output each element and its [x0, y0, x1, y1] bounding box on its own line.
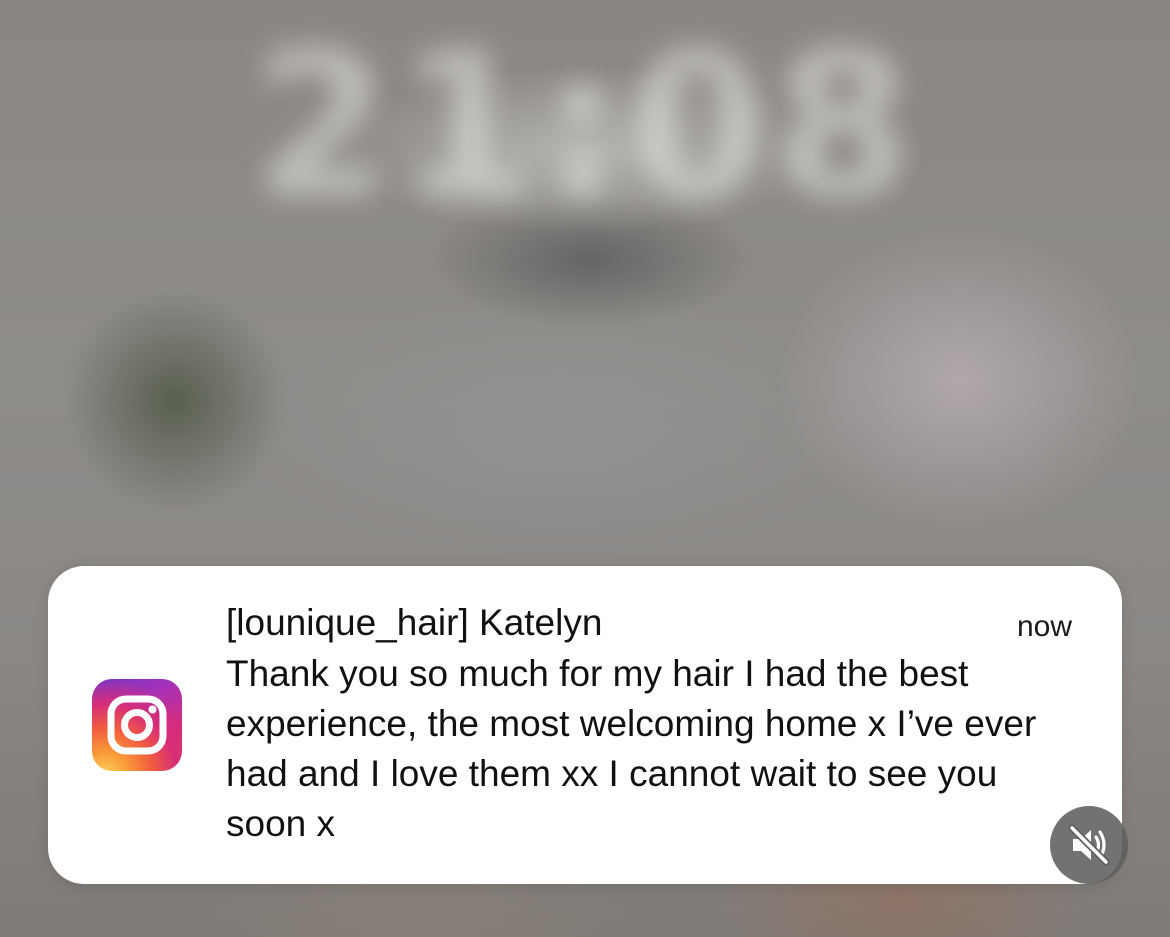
lock-screen-clock: 21:08 [251, 10, 919, 243]
notification-title: [lounique_hair] Katelyn [226, 602, 603, 643]
speaker-muted-icon [1068, 824, 1110, 866]
notification-card[interactable]: [lounique_hair] Katelyn now Thank you so… [48, 566, 1122, 884]
notification-message: Thank you so much for my hair I had the … [226, 653, 1037, 844]
mute-toggle-button[interactable] [1050, 806, 1128, 884]
notification-time: now [1016, 610, 1072, 643]
instagram-icon [92, 679, 182, 771]
